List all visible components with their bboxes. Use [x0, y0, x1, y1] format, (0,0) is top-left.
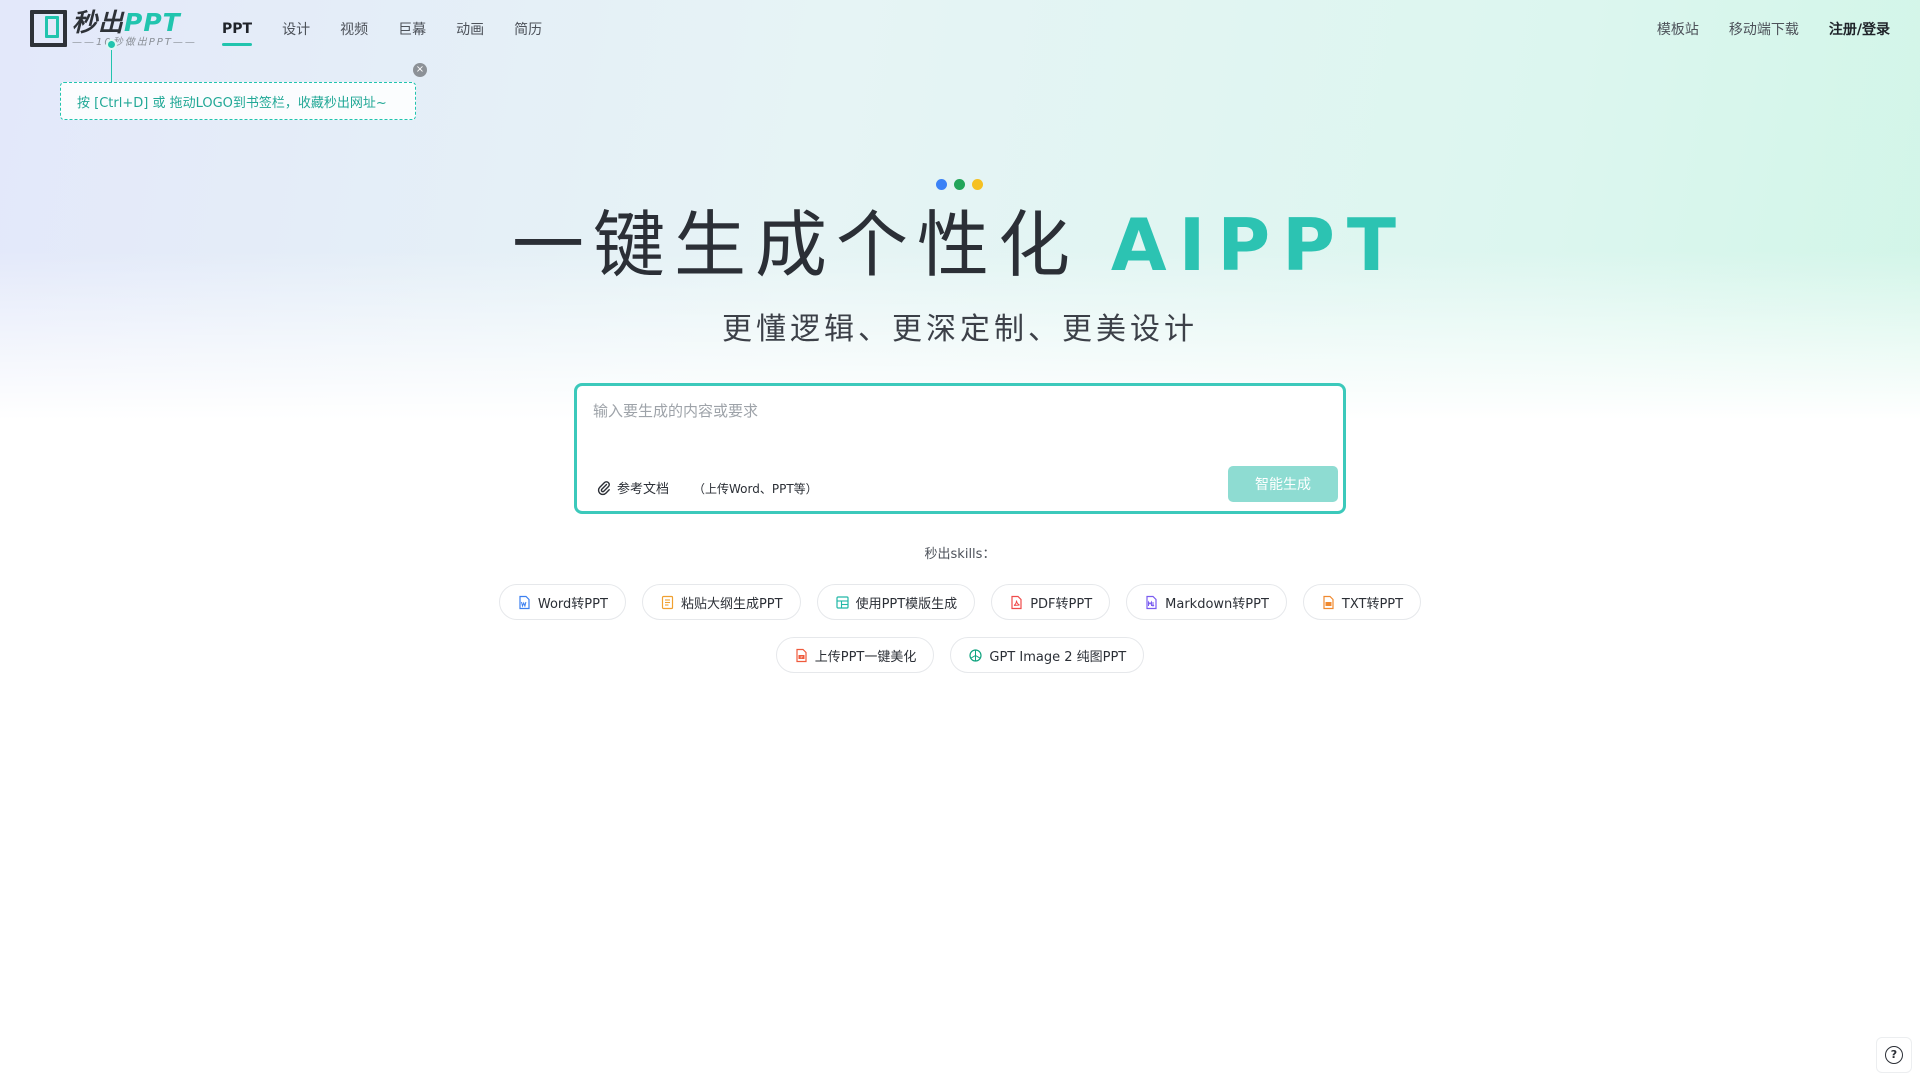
question-mark-icon: ? [1885, 1046, 1903, 1064]
outline-doc-icon [661, 595, 674, 609]
bookmark-tip-text: 按 [Ctrl+D] 或 拖动LOGO到书签栏，收藏秒出网址~ [77, 95, 387, 111]
nav-item-giant-screen[interactable]: 巨幕 [398, 0, 426, 58]
decor-dots [936, 179, 990, 190]
skills-row-1: Word转PPT 粘贴大纲生成PPT 使用PPT模版生成 PDF转PPT Mar… [0, 584, 1920, 620]
hero-title-main: 一键生成个性化 [511, 203, 1079, 287]
nav-item-animation[interactable]: 动画 [456, 0, 484, 58]
reference-doc-note: （上传Word、PPT等） [693, 482, 818, 496]
logo-text: 秒出PPT ——10秒做出PPT—— [72, 10, 197, 48]
page: 秒出PPT ——10秒做出PPT—— PPT 设计 视频 巨幕 动画 简历 模板… [0, 0, 1920, 1080]
skill-gpt-image-ppt[interactable]: GPT Image 2 纯图PPT [950, 637, 1145, 673]
decor-dot-blue [936, 179, 947, 190]
help-button[interactable]: ? [1876, 1037, 1912, 1073]
mobile-download-link[interactable]: 移动端下载 [1729, 19, 1799, 39]
skill-pdf-to-ppt[interactable]: PDF转PPT [991, 584, 1111, 620]
hero-title-accent: AIPPT [1110, 203, 1409, 287]
skill-template-generate[interactable]: 使用PPT模版生成 [816, 584, 976, 620]
nav-item-design[interactable]: 设计 [282, 0, 310, 58]
skill-word-to-ppt[interactable]: Word转PPT [498, 584, 626, 620]
logo-subtitle: ——10秒做出PPT—— [72, 37, 197, 48]
paperclip-icon [597, 480, 610, 495]
prompt-input[interactable] [593, 400, 1323, 440]
svg-text:P: P [800, 655, 802, 659]
skills-title: 秒出skills： [924, 547, 996, 562]
generate-button[interactable]: 智能生成 [1228, 466, 1338, 502]
template-site-link[interactable]: 模板站 [1657, 19, 1699, 39]
word-doc-icon [519, 595, 530, 609]
logo-title: 秒出PPT [72, 10, 197, 35]
logo-mark-icon [30, 10, 67, 47]
skill-label: GPT Image 2 纯图PPT [989, 649, 1127, 665]
logo-title-en: PPT [124, 8, 181, 37]
decor-dot-yellow [972, 179, 983, 190]
template-grid-icon [835, 595, 849, 609]
nav-item-resume[interactable]: 简历 [514, 0, 542, 58]
txt-doc-icon [1323, 595, 1334, 609]
reference-doc-label: 参考文档 [617, 482, 670, 497]
tip-pin-line [111, 50, 112, 82]
skill-label: TXT转PPT [1341, 596, 1404, 612]
hero-subtitle: 更懂逻辑、更深定制、更美设计 [722, 312, 1198, 347]
ppt-beautify-icon: P [796, 648, 807, 662]
hero-title: 一键生成个性化 AIPPT [0, 200, 1920, 290]
pdf-doc-icon [1011, 595, 1022, 609]
skill-ppt-beautify[interactable]: P 上传PPT一键美化 [775, 637, 935, 673]
nav-item-video[interactable]: 视频 [340, 0, 368, 58]
skill-txt-to-ppt[interactable]: TXT转PPT [1302, 584, 1422, 620]
bookmark-tip: 按 [Ctrl+D] 或 拖动LOGO到书签栏，收藏秒出网址~ [60, 82, 416, 120]
tip-close-icon[interactable]: × [413, 63, 427, 77]
skill-label: 上传PPT一键美化 [814, 649, 917, 665]
openai-logo-icon [969, 648, 982, 662]
skills-row-2: P 上传PPT一键美化 GPT Image 2 纯图PPT [0, 637, 1920, 673]
header-right: 模板站 移动端下载 注册/登录 [1627, 0, 1890, 58]
top-header: 秒出PPT ——10秒做出PPT—— PPT 设计 视频 巨幕 动画 简历 模板… [0, 0, 1920, 58]
prompt-card: 参考文档 （上传Word、PPT等） 智能生成 [574, 383, 1346, 514]
skill-label: 粘贴大纲生成PPT [680, 596, 783, 612]
skill-markdown-to-ppt[interactable]: Markdown转PPT [1126, 584, 1287, 620]
decor-dot-green [954, 179, 965, 190]
skill-outline-to-ppt[interactable]: 粘贴大纲生成PPT [641, 584, 801, 620]
logo-title-cn: 秒出 [72, 8, 125, 37]
tip-pin-dot [106, 39, 117, 50]
markdown-doc-icon [1146, 595, 1157, 609]
login-register-link[interactable]: 注册/登录 [1829, 19, 1890, 39]
skill-label: PDF转PPT [1030, 596, 1093, 612]
skill-label: Word转PPT [537, 596, 608, 612]
reference-doc-button[interactable]: 参考文档 [597, 478, 669, 497]
skill-label: Markdown转PPT [1165, 596, 1269, 612]
nav-item-ppt[interactable]: PPT [222, 0, 253, 58]
skill-label: 使用PPT模版生成 [855, 596, 958, 612]
main-nav: PPT 设计 视频 巨幕 动画 简历 [222, 0, 572, 58]
